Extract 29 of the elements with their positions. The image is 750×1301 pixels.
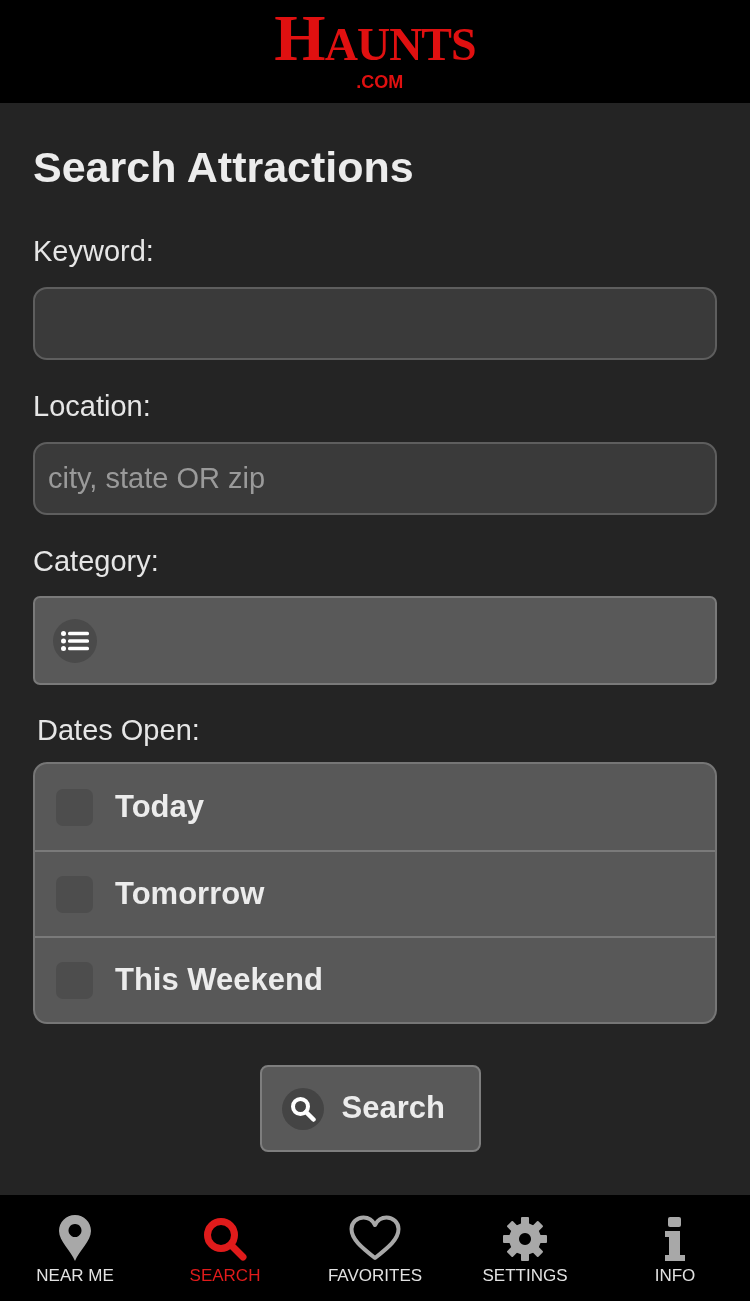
map-pin-icon bbox=[59, 1215, 91, 1261]
checkbox-row[interactable]: Today bbox=[35, 764, 715, 850]
logo-title: HAUNTS bbox=[274, 11, 476, 72]
tab-item[interactable]: SETTINGS bbox=[450, 1195, 600, 1301]
heart-icon bbox=[349, 1215, 401, 1261]
tab-item[interactable]: SEARCH bbox=[150, 1195, 300, 1301]
checkbox-label: Today bbox=[115, 789, 204, 825]
tab-item[interactable]: NEAR ME bbox=[0, 1195, 150, 1301]
checkbox-row[interactable]: This Weekend bbox=[35, 936, 715, 1022]
tab-item[interactable]: FAVORITES bbox=[300, 1195, 450, 1301]
logo-suffix: .COM bbox=[356, 72, 404, 92]
input-field[interactable] bbox=[33, 287, 717, 360]
field-label: Location: bbox=[33, 389, 152, 423]
checkbox-label: This Weekend bbox=[115, 962, 323, 998]
settings-icon bbox=[503, 1215, 547, 1261]
field-label: Category: bbox=[33, 544, 160, 578]
field-label: Keyword: bbox=[33, 234, 155, 268]
list-icon bbox=[53, 618, 97, 663]
search-icon bbox=[281, 1087, 324, 1130]
field-label: Dates Open: bbox=[37, 713, 201, 747]
tab-item[interactable]: INFO bbox=[600, 1195, 750, 1301]
info-icon bbox=[664, 1215, 686, 1261]
search-icon bbox=[203, 1215, 247, 1261]
category-dropdown[interactable] bbox=[33, 596, 717, 685]
input-field[interactable]: city, state OR zip bbox=[33, 442, 717, 515]
checkbox-label: Tomorrow bbox=[115, 876, 265, 912]
page-title: Search Attractions bbox=[33, 142, 415, 193]
search-button[interactable]: Search bbox=[259, 1065, 481, 1152]
checkbox-row[interactable]: Tomorrow bbox=[35, 850, 715, 936]
